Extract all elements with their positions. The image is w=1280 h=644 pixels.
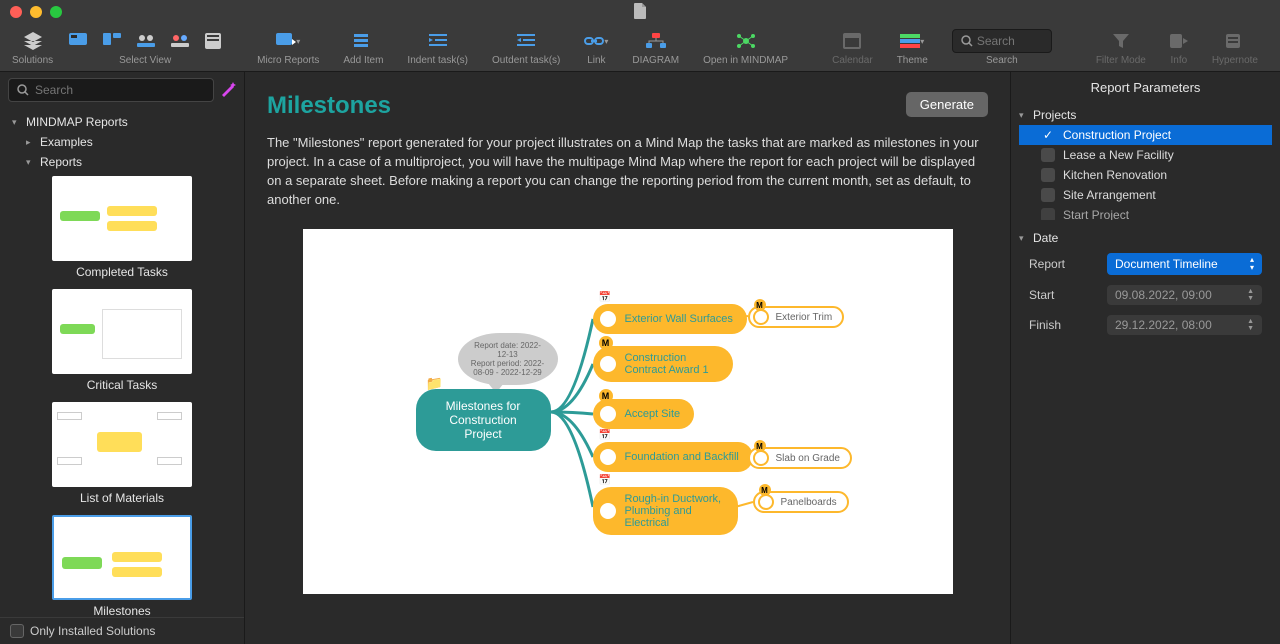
toolbar: Solutions Select View ▾ Micro Reports Ad…: [0, 24, 1280, 72]
link-button[interactable]: ▾ Link: [572, 24, 620, 72]
thumb-completed-tasks[interactable]: Completed Tasks: [30, 176, 214, 279]
view-icon-1[interactable]: [69, 29, 87, 53]
finish-label: Finish: [1029, 318, 1099, 332]
search-icon: [961, 35, 973, 47]
mindmap-leaf[interactable]: M Slab on Grade: [748, 447, 853, 469]
mindmap-branch[interactable]: M Construction Contract Award 1: [593, 346, 733, 382]
open-mindmap-button[interactable]: Open in MINDMAP: [691, 24, 800, 72]
report-label: Report: [1029, 257, 1099, 271]
document-icon: [633, 3, 647, 22]
mindmap-branch[interactable]: M Accept Site: [593, 399, 695, 429]
micro-reports-button[interactable]: ▾ Micro Reports: [245, 24, 331, 72]
finish-date-input[interactable]: 29.12.2022, 08:00 ▲▼: [1107, 315, 1262, 335]
generate-button[interactable]: Generate: [906, 92, 988, 117]
mindmap-branch[interactable]: 📅 Exterior Wall Surfaces: [593, 304, 747, 334]
hypernote-button[interactable]: Hypernote: [1200, 24, 1270, 72]
view-icon-2[interactable]: [103, 29, 121, 53]
close-window-button[interactable]: [10, 6, 22, 18]
tree-examples[interactable]: ▸Examples: [0, 132, 244, 152]
magic-wand-icon[interactable]: [220, 81, 236, 100]
filter-mode-button[interactable]: Filter Mode: [1084, 24, 1158, 72]
project-item[interactable]: Kitchen Renovation: [1019, 165, 1272, 185]
content-area: Milestones Generate The "Milestones" rep…: [245, 72, 1010, 644]
toolbar-search-field[interactable]: [952, 29, 1052, 53]
mindmap-canvas[interactable]: Report date: 2022-12-13 Report period: 2…: [303, 229, 953, 594]
dropdown-arrows-icon: ▴▾: [1250, 256, 1254, 272]
thumb-critical-tasks[interactable]: Critical Tasks: [30, 289, 214, 392]
project-item[interactable]: Construction Project: [1019, 125, 1272, 145]
thumb-list-materials[interactable]: List of Materials: [30, 402, 214, 505]
only-installed-checkbox[interactable]: Only Installed Solutions: [0, 617, 244, 644]
tree-root[interactable]: ▾MINDMAP Reports: [0, 112, 244, 132]
mindmap-branch[interactable]: 📅 Rough-in Ductwork, Plumbing and Electr…: [593, 487, 738, 535]
mindmap-leaf[interactable]: M Panelboards: [753, 491, 849, 513]
report-info-bubble: Report date: 2022-12-13 Report period: 2…: [458, 333, 558, 385]
add-item-button[interactable]: Add Item: [331, 24, 395, 72]
window-controls: [10, 6, 62, 18]
date-section-header[interactable]: ▾Date: [1019, 228, 1272, 248]
project-item[interactable]: Site Arrangement: [1019, 185, 1272, 205]
calendar-icon: 📅: [599, 292, 611, 303]
sidebar-search[interactable]: [8, 78, 214, 102]
maximize-window-button[interactable]: [50, 6, 62, 18]
calendar-button[interactable]: Calendar: [820, 24, 885, 72]
folder-icon: 📁: [426, 375, 443, 392]
sidebar-left: ▾MINDMAP Reports ▸Examples ▾Reports Comp…: [0, 72, 245, 644]
view-icon-4[interactable]: [171, 29, 189, 53]
indent-button[interactable]: Indent task(s): [395, 24, 480, 72]
project-item[interactable]: Lease a New Facility: [1019, 145, 1272, 165]
view-icon-3[interactable]: [137, 29, 155, 53]
page-title: Milestones: [267, 92, 391, 120]
mindmap-root[interactable]: 📁 Milestones for Construction Project: [416, 389, 551, 451]
titlebar: [0, 0, 1280, 24]
solutions-button[interactable]: Solutions: [0, 24, 65, 72]
stepper-icon[interactable]: ▲▼: [1247, 288, 1254, 302]
theme-button[interactable]: ▾ Theme: [885, 24, 940, 72]
start-date-input[interactable]: 09.08.2022, 09:00 ▲▼: [1107, 285, 1262, 305]
search-icon: [17, 84, 29, 96]
start-label: Start: [1029, 288, 1099, 302]
description-text: The "Milestones" report generated for yo…: [267, 134, 988, 209]
thumb-milestones[interactable]: Milestones: [30, 515, 214, 617]
calendar-icon: 📅: [599, 475, 611, 486]
sidebar-right: Report Parameters ▾Projects Construction…: [1010, 72, 1280, 644]
toolbar-search: Search: [940, 24, 1064, 72]
panel-title: Report Parameters: [1019, 80, 1272, 95]
mindmap-leaf[interactable]: M Exterior Trim: [748, 306, 845, 328]
diagram-button[interactable]: DIAGRAM: [620, 24, 691, 72]
mindmap-branch[interactable]: 📅 Foundation and Backfill: [593, 442, 753, 472]
tree-reports[interactable]: ▾Reports: [0, 152, 244, 172]
view-icon-5[interactable]: [205, 29, 221, 53]
calendar-icon: 📅: [599, 430, 611, 441]
stepper-icon[interactable]: ▲▼: [1247, 318, 1254, 332]
project-item[interactable]: Start Project: [1019, 205, 1272, 220]
minimize-window-button[interactable]: [30, 6, 42, 18]
info-button[interactable]: Info: [1158, 24, 1200, 72]
report-dropdown[interactable]: Document Timeline ▴▾: [1107, 253, 1262, 275]
projects-section-header[interactable]: ▾Projects: [1019, 105, 1272, 125]
outdent-button[interactable]: Outdent task(s): [480, 24, 572, 72]
